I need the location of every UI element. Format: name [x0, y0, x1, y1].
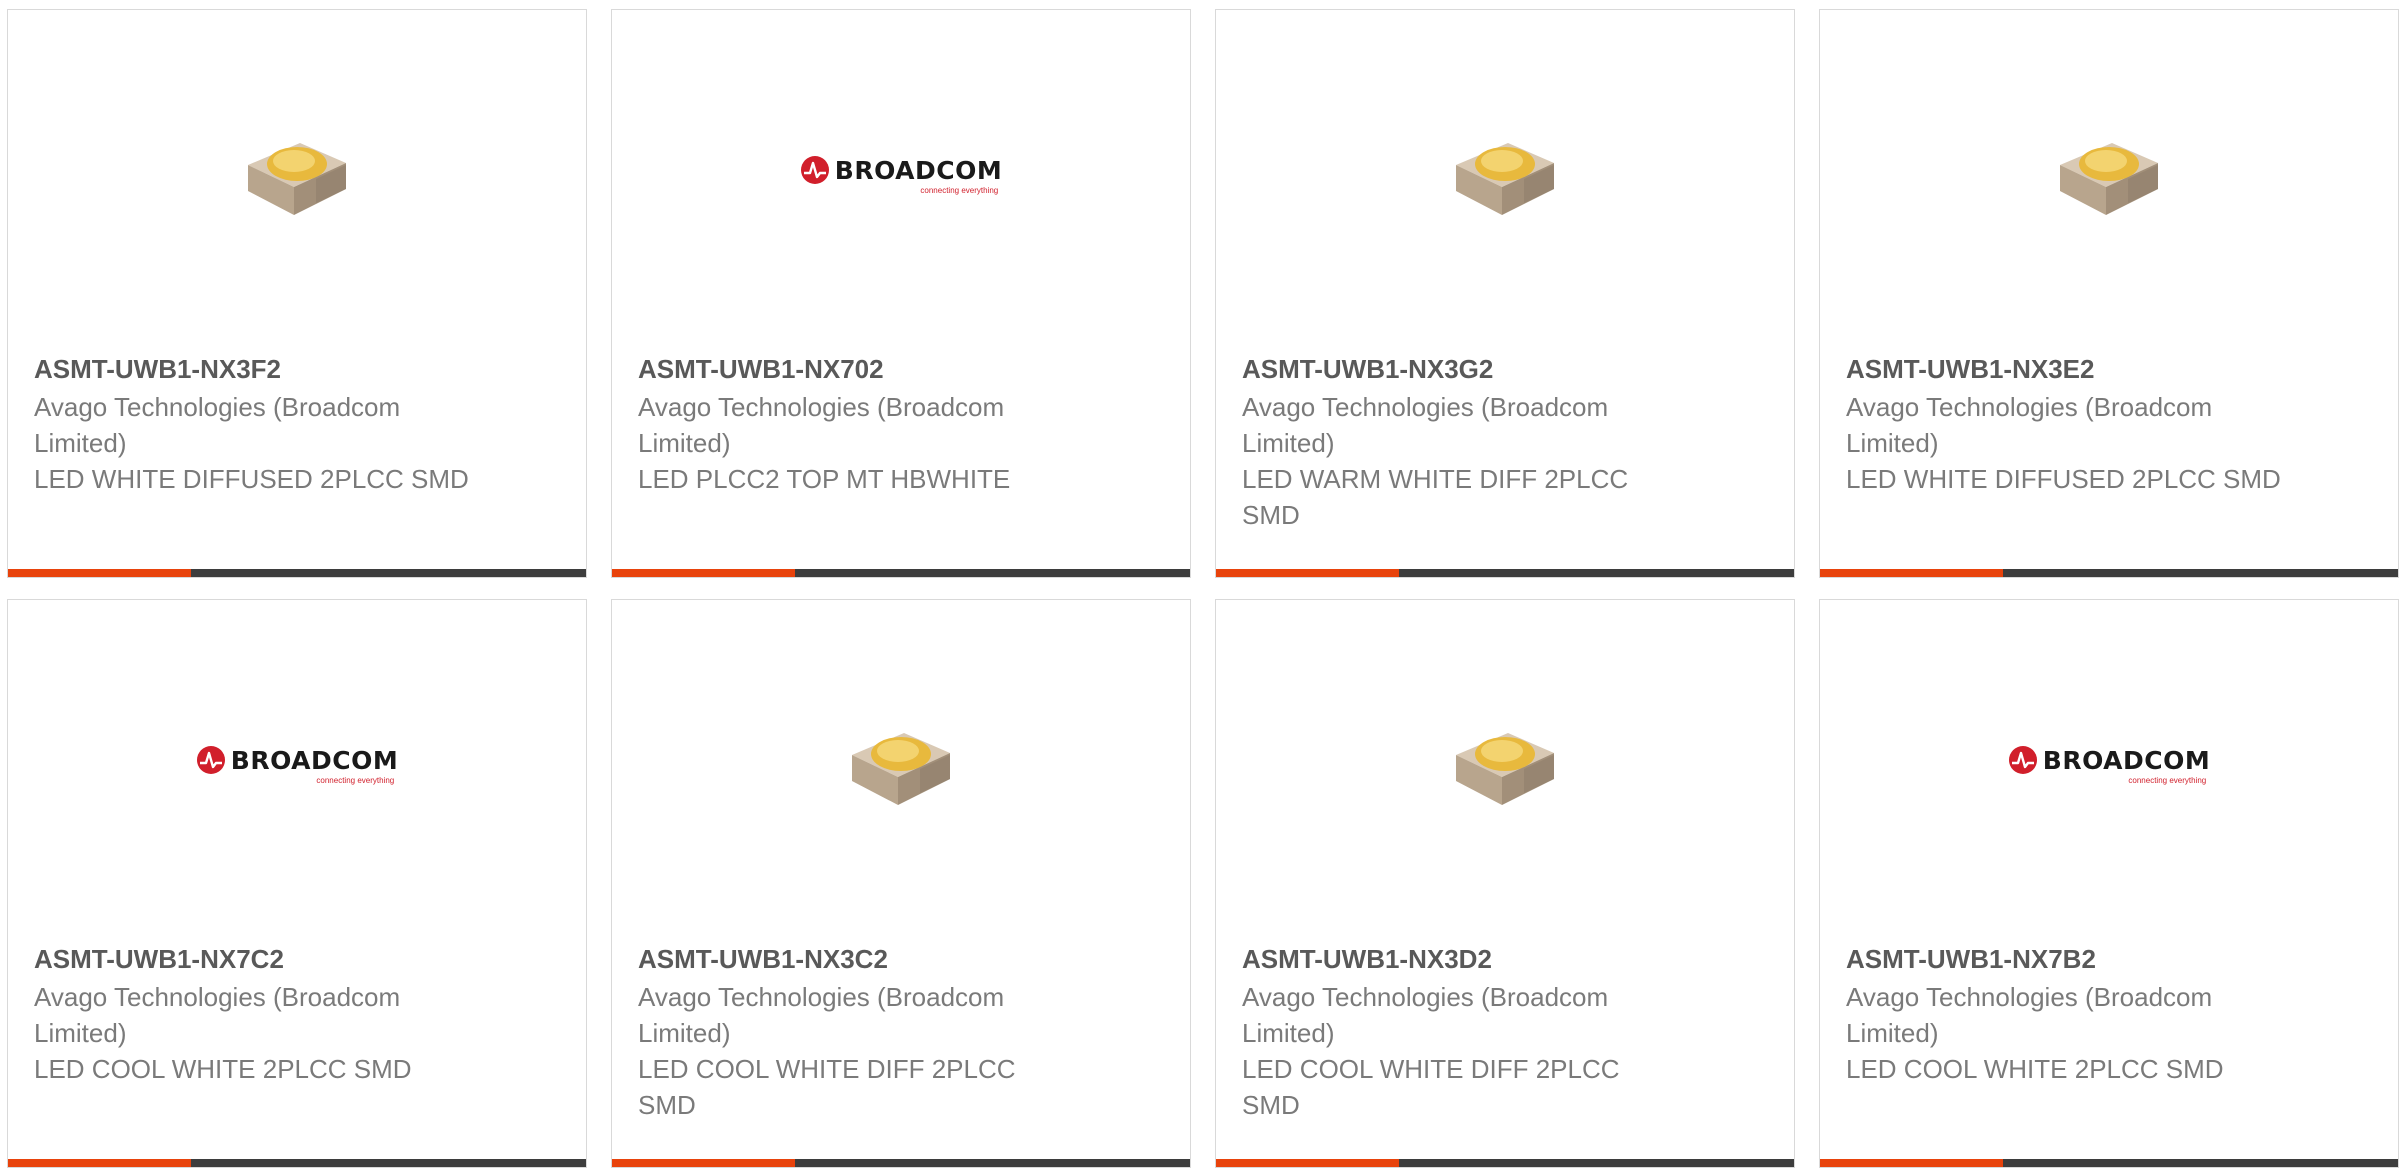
logo-tagline: connecting everything — [316, 776, 395, 785]
card-bottom-bar — [1216, 569, 1794, 577]
product-info: ASMT-UWB1-NX7C2 Avago Technologies (Broa… — [34, 942, 474, 1087]
product-manufacturer: Avago Technologies (Broadcom Limited) — [638, 982, 1005, 1048]
product-image-area[interactable]: BROADCOM connecting everything — [1820, 600, 2398, 930]
product-description: LED WHITE DIFFUSED 2PLCC SMD — [1846, 464, 2281, 494]
product-card[interactable]: BROADCOM connecting everything ASMT-UWB1… — [7, 599, 587, 1168]
led-chip-icon — [1456, 733, 1554, 805]
product-description: LED WARM WHITE DIFF 2PLCC SMD — [1242, 464, 1629, 530]
product-part-number[interactable]: ASMT-UWB1-NX3G2 — [1242, 352, 1682, 386]
product-image-area[interactable] — [1820, 10, 2398, 340]
product-part-number[interactable]: ASMT-UWB1-NX3F2 — [34, 352, 474, 386]
product-part-number[interactable]: ASMT-UWB1-NX702 — [638, 352, 1078, 386]
card-accent-bar — [1216, 569, 1399, 577]
product-manufacturer: Avago Technologies (Broadcom Limited) — [1242, 982, 1609, 1048]
product-description: LED COOL WHITE 2PLCC SMD — [1846, 1054, 2224, 1084]
product-info: ASMT-UWB1-NX3C2 Avago Technologies (Broa… — [638, 942, 1078, 1123]
product-part-number[interactable]: ASMT-UWB1-NX3D2 — [1242, 942, 1682, 976]
product-info: ASMT-UWB1-NX3E2 Avago Technologies (Broa… — [1846, 352, 2286, 497]
product-part-number[interactable]: ASMT-UWB1-NX7B2 — [1846, 942, 2286, 976]
product-image-area[interactable] — [1216, 10, 1794, 340]
card-accent-bar — [1216, 1159, 1399, 1167]
product-card[interactable]: ASMT-UWB1-NX3F2 Avago Technologies (Broa… — [7, 9, 587, 578]
card-bottom-bar — [8, 1159, 586, 1167]
broadcom-logo: BROADCOM connecting everything — [196, 745, 398, 785]
led-chip-icon — [1456, 143, 1554, 215]
product-manufacturer: Avago Technologies (Broadcom Limited) — [1846, 982, 2213, 1048]
product-description: LED COOL WHITE 2PLCC SMD — [34, 1054, 412, 1084]
card-accent-bar — [8, 1159, 191, 1167]
product-card[interactable]: ASMT-UWB1-NX3E2 Avago Technologies (Broa… — [1819, 9, 2399, 578]
broadcom-pulse-icon — [196, 746, 225, 774]
product-description: LED PLCC2 TOP MT HBWHITE — [638, 464, 1011, 494]
card-bottom-bar — [612, 1159, 1190, 1167]
product-description: LED COOL WHITE DIFF 2PLCC SMD — [1242, 1054, 1620, 1120]
product-manufacturer: Avago Technologies (Broadcom Limited) — [1846, 392, 2213, 458]
product-image-area[interactable]: BROADCOM connecting everything — [612, 10, 1190, 340]
product-description: LED COOL WHITE DIFF 2PLCC SMD — [638, 1054, 1016, 1120]
card-accent-bar — [612, 1159, 795, 1167]
card-accent-bar — [8, 569, 191, 577]
product-card[interactable]: BROADCOM connecting everything ASMT-UWB1… — [1819, 599, 2399, 1168]
product-image-area[interactable] — [1216, 600, 1794, 930]
broadcom-logo: BROADCOM connecting everything — [2008, 745, 2210, 785]
broadcom-pulse-icon — [2008, 746, 2037, 774]
product-card[interactable]: ASMT-UWB1-NX3C2 Avago Technologies (Broa… — [611, 599, 1191, 1168]
logo-tagline: connecting everything — [920, 186, 999, 195]
product-card[interactable]: ASMT-UWB1-NX3D2 Avago Technologies (Broa… — [1215, 599, 1795, 1168]
logo-tagline: connecting everything — [2128, 776, 2207, 785]
product-description: LED WHITE DIFFUSED 2PLCC SMD — [34, 464, 469, 494]
product-manufacturer: Avago Technologies (Broadcom Limited) — [1242, 392, 1609, 458]
product-grid: ASMT-UWB1-NX3F2 Avago Technologies (Broa… — [7, 9, 2400, 1168]
card-bottom-bar — [8, 569, 586, 577]
card-bottom-bar — [1820, 1159, 2398, 1167]
broadcom-pulse-icon — [800, 156, 829, 184]
product-image-area[interactable]: BROADCOM connecting everything — [8, 600, 586, 930]
product-info: ASMT-UWB1-NX3G2 Avago Technologies (Broa… — [1242, 352, 1682, 533]
product-image-area[interactable] — [612, 600, 1190, 930]
product-part-number[interactable]: ASMT-UWB1-NX3E2 — [1846, 352, 2286, 386]
led-chip-icon — [248, 143, 346, 215]
product-manufacturer: Avago Technologies (Broadcom Limited) — [34, 392, 401, 458]
product-card[interactable]: ASMT-UWB1-NX3G2 Avago Technologies (Broa… — [1215, 9, 1795, 578]
card-bottom-bar — [1820, 569, 2398, 577]
led-chip-icon — [852, 733, 950, 805]
product-part-number[interactable]: ASMT-UWB1-NX3C2 — [638, 942, 1078, 976]
card-accent-bar — [612, 569, 795, 577]
product-info: ASMT-UWB1-NX3D2 Avago Technologies (Broa… — [1242, 942, 1682, 1123]
broadcom-logo: BROADCOM connecting everything — [800, 155, 1002, 195]
logo-wordmark: BROADCOM — [230, 745, 399, 775]
logo-wordmark: BROADCOM — [2042, 745, 2211, 775]
product-manufacturer: Avago Technologies (Broadcom Limited) — [34, 982, 401, 1048]
led-chip-icon — [2060, 143, 2158, 215]
card-accent-bar — [1820, 569, 2003, 577]
logo-wordmark: BROADCOM — [834, 155, 1003, 185]
product-image-area[interactable] — [8, 10, 586, 340]
product-info: ASMT-UWB1-NX702 Avago Technologies (Broa… — [638, 352, 1078, 497]
product-info: ASMT-UWB1-NX3F2 Avago Technologies (Broa… — [34, 352, 474, 497]
card-accent-bar — [1820, 1159, 2003, 1167]
product-part-number[interactable]: ASMT-UWB1-NX7C2 — [34, 942, 474, 976]
product-card[interactable]: BROADCOM connecting everything ASMT-UWB1… — [611, 9, 1191, 578]
card-bottom-bar — [1216, 1159, 1794, 1167]
product-manufacturer: Avago Technologies (Broadcom Limited) — [638, 392, 1005, 458]
product-info: ASMT-UWB1-NX7B2 Avago Technologies (Broa… — [1846, 942, 2286, 1087]
card-bottom-bar — [612, 569, 1190, 577]
